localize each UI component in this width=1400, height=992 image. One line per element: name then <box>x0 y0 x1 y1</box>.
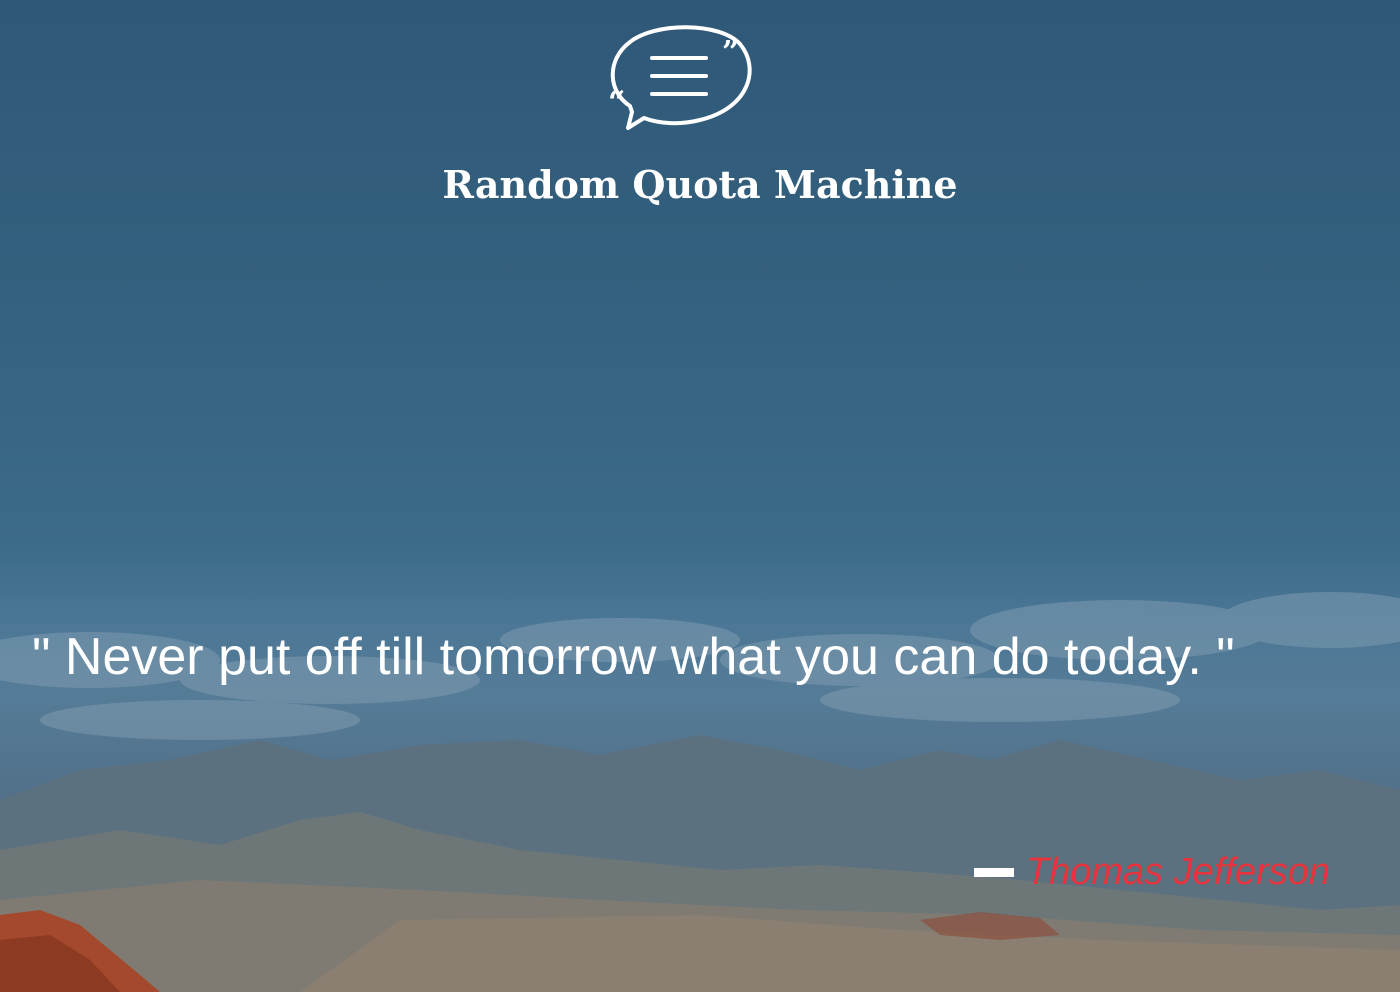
author-name[interactable]: Thomas Jefferson <box>1026 848 1330 896</box>
quote-speech-bubble-icon: “ ” <box>608 25 752 130</box>
author-line: Thomas Jefferson <box>973 848 1330 896</box>
svg-text:“: “ <box>608 85 625 120</box>
background-landscape-image <box>0 592 1400 992</box>
author-dash <box>973 867 1014 877</box>
site-title: Random Quota Machine <box>442 162 958 207</box>
svg-text:”: ” <box>722 35 739 70</box>
quote-text: " Never put off till tomorrow what you c… <box>32 628 1235 686</box>
